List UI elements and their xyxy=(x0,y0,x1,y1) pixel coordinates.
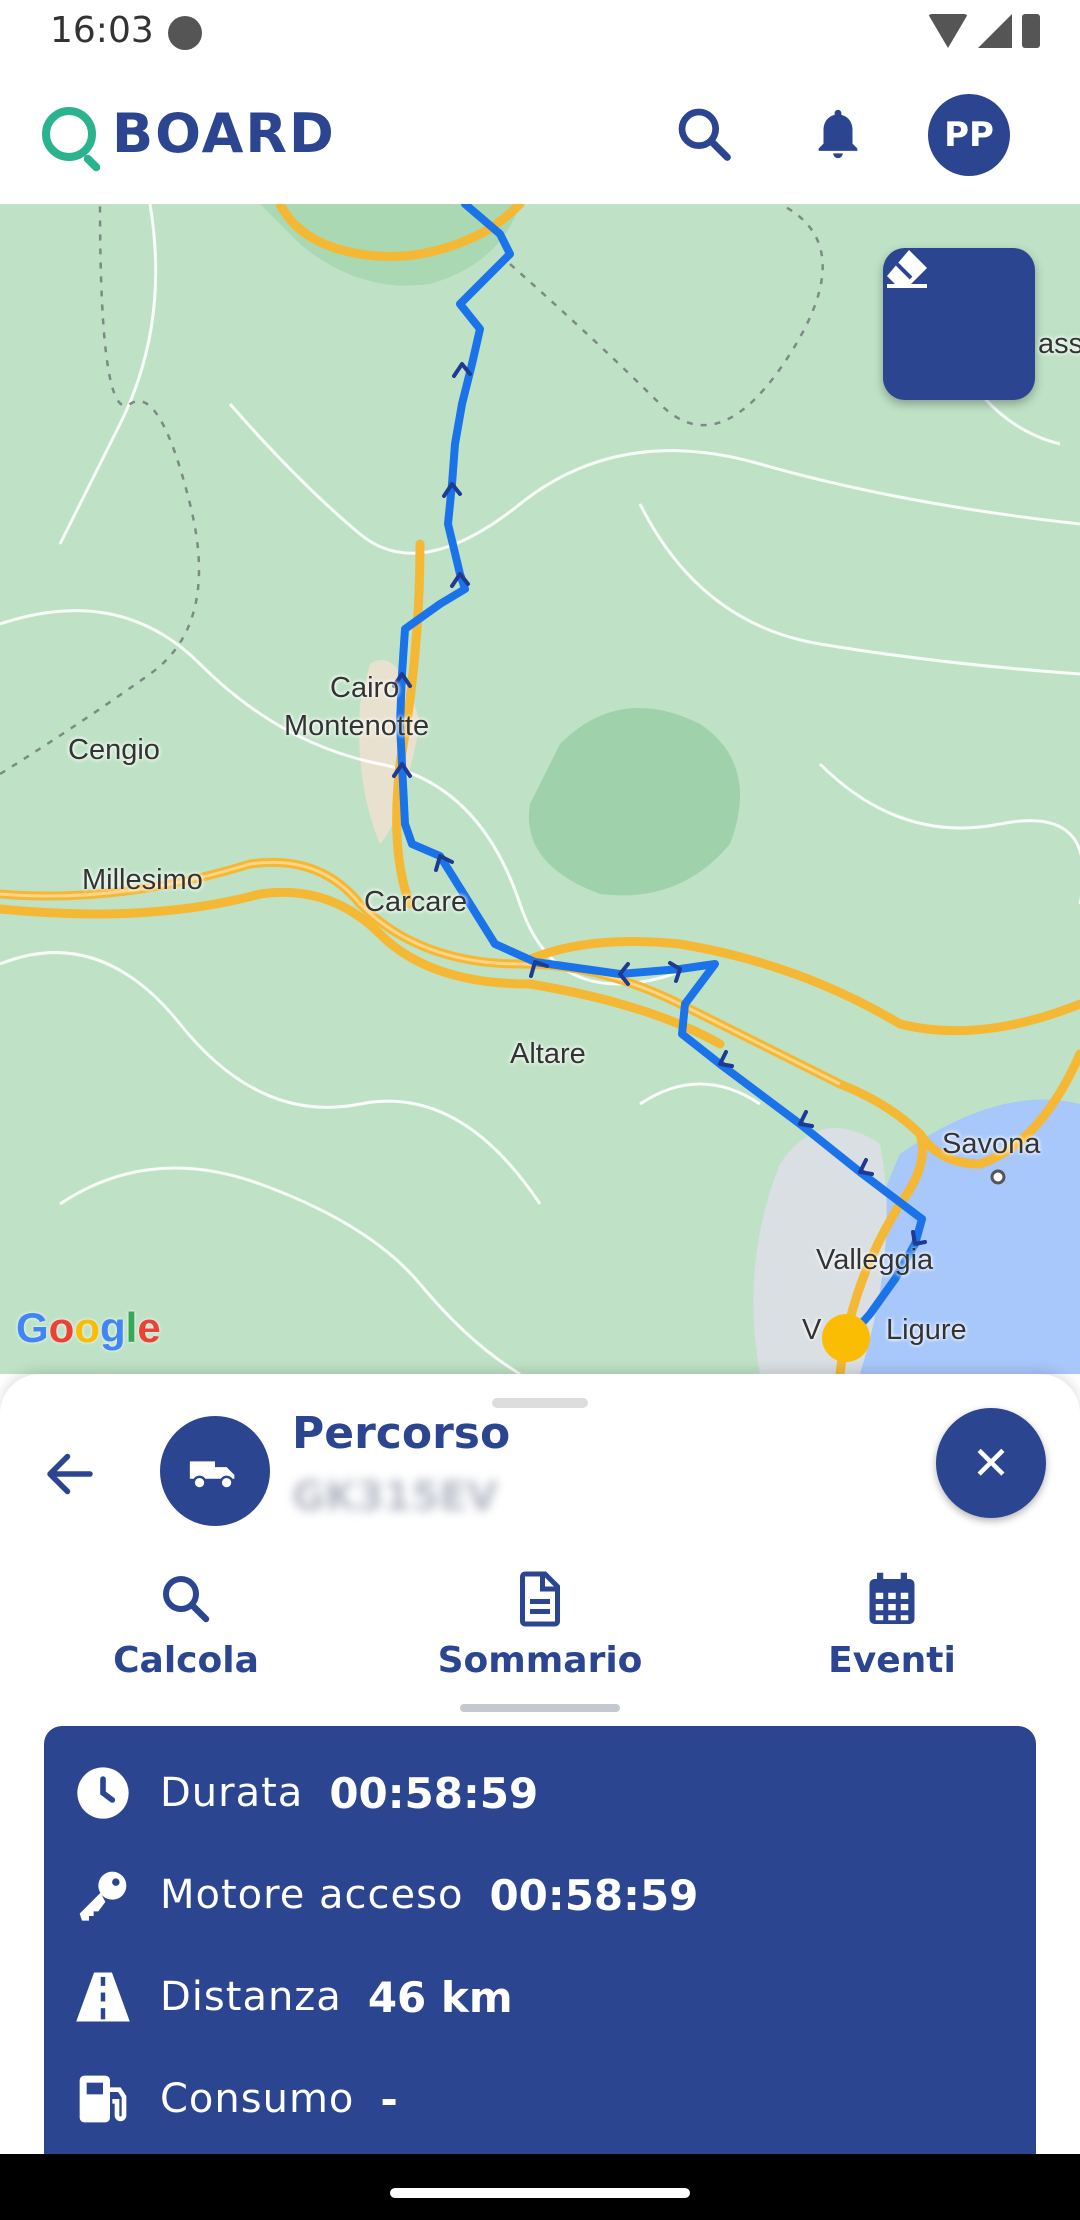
status-icons xyxy=(928,14,1040,48)
map-label-millesimo: Millesimo xyxy=(82,864,203,896)
calendar-icon xyxy=(869,1572,915,1624)
cellular-signal-icon xyxy=(978,14,1012,48)
map-label-vado: V xyxy=(802,1314,822,1346)
summary-value: - xyxy=(380,2074,398,2124)
summary-label: Distanza xyxy=(160,1974,342,2020)
summary-card: Durata 00:58:59 Motore acceso 00:58:59 D… xyxy=(44,1726,1036,2166)
summary-label: Durata xyxy=(160,1770,304,1816)
summary-label: Consumo xyxy=(160,2076,355,2122)
search-icon xyxy=(678,108,731,161)
arrow-back-icon xyxy=(47,1453,93,1495)
eraser-icon xyxy=(887,250,927,288)
map-label-carcare: Carcare xyxy=(364,886,468,918)
sheet-title: Percorso xyxy=(292,1408,511,1459)
map-label-cengio: Cengio xyxy=(68,734,160,766)
notifications-button[interactable] xyxy=(798,94,878,174)
wifi-icon xyxy=(928,14,968,48)
home-gesture-handle[interactable] xyxy=(390,2188,690,2198)
summary-value: 46 km xyxy=(367,1972,513,2022)
summary-label: Motore acceso xyxy=(160,1872,464,1918)
tab-label: Sommario xyxy=(437,1640,643,1681)
route-map[interactable]: Cairo Montenotte Cengio Millesimo Carcar… xyxy=(0,204,1080,1374)
tab-label: Eventi xyxy=(828,1640,956,1681)
truck-icon xyxy=(189,1461,235,1490)
search-icon xyxy=(163,1576,210,1623)
map-label-edge: ass xyxy=(1038,328,1080,360)
status-time: 16:03 xyxy=(50,10,154,51)
active-tab-indicator xyxy=(460,1704,620,1712)
vehicle-avatar xyxy=(160,1416,270,1526)
clear-route-button[interactable] xyxy=(883,248,1035,400)
summary-row-engine: Motore acceso 00:58:59 xyxy=(74,1860,698,1930)
route-bottom-sheet: Percorso GK315EV ✕ Calcola Sommario Even… xyxy=(0,1374,1080,2166)
tab-sommario[interactable]: Sommario xyxy=(410,1560,670,1712)
user-avatar-button[interactable]: PP xyxy=(928,94,1010,176)
bell-icon xyxy=(818,109,858,159)
fuel-pump-icon xyxy=(74,2070,132,2128)
google-attribution: Google xyxy=(16,1304,161,1351)
map-label-ligure: Ligure xyxy=(886,1314,967,1346)
clock-icon xyxy=(74,1764,132,1822)
route-end-marker xyxy=(822,1314,870,1362)
notification-icon xyxy=(168,16,202,50)
tab-label: Calcola xyxy=(113,1640,259,1681)
status-bar: 16:03 xyxy=(0,0,1080,64)
summary-row-consumption: Consumo - xyxy=(74,2064,398,2134)
system-navigation-bar xyxy=(0,2154,1080,2220)
logo-text: BOARD xyxy=(112,102,336,165)
summary-value: 00:58:59 xyxy=(489,1870,699,1920)
map-label-savona: Savona xyxy=(942,1128,1041,1160)
document-icon xyxy=(520,1571,560,1627)
close-button[interactable]: ✕ xyxy=(936,1408,1046,1518)
close-icon: ✕ xyxy=(971,1436,1011,1490)
road-icon xyxy=(74,1968,132,2026)
logo-q-icon xyxy=(42,106,96,161)
back-button[interactable] xyxy=(40,1444,100,1504)
tab-calcola[interactable]: Calcola xyxy=(56,1560,316,1700)
sheet-tabs: Calcola Sommario Eventi xyxy=(0,1560,1080,1712)
map-label-altare: Altare xyxy=(510,1038,586,1070)
summary-row-distance: Distanza 46 km xyxy=(74,1962,513,2032)
summary-row-duration: Durata 00:58:59 xyxy=(74,1758,538,1828)
tab-eventi[interactable]: Eventi xyxy=(762,1560,1022,1700)
map-label-valleggia: Valleggia xyxy=(816,1244,934,1276)
key-icon xyxy=(74,1866,132,1924)
summary-value: 00:58:59 xyxy=(329,1768,539,1818)
sheet-drag-handle[interactable] xyxy=(492,1398,588,1408)
battery-icon xyxy=(1022,14,1040,48)
app-logo: BOARD xyxy=(42,102,336,165)
map-label-montenotte: Montenotte xyxy=(284,710,430,742)
search-button[interactable] xyxy=(664,94,744,174)
app-bar: BOARD PP xyxy=(0,64,1080,204)
map-label-cairo: Cairo xyxy=(330,672,400,704)
vehicle-plate: GK315EV xyxy=(292,1474,498,1520)
